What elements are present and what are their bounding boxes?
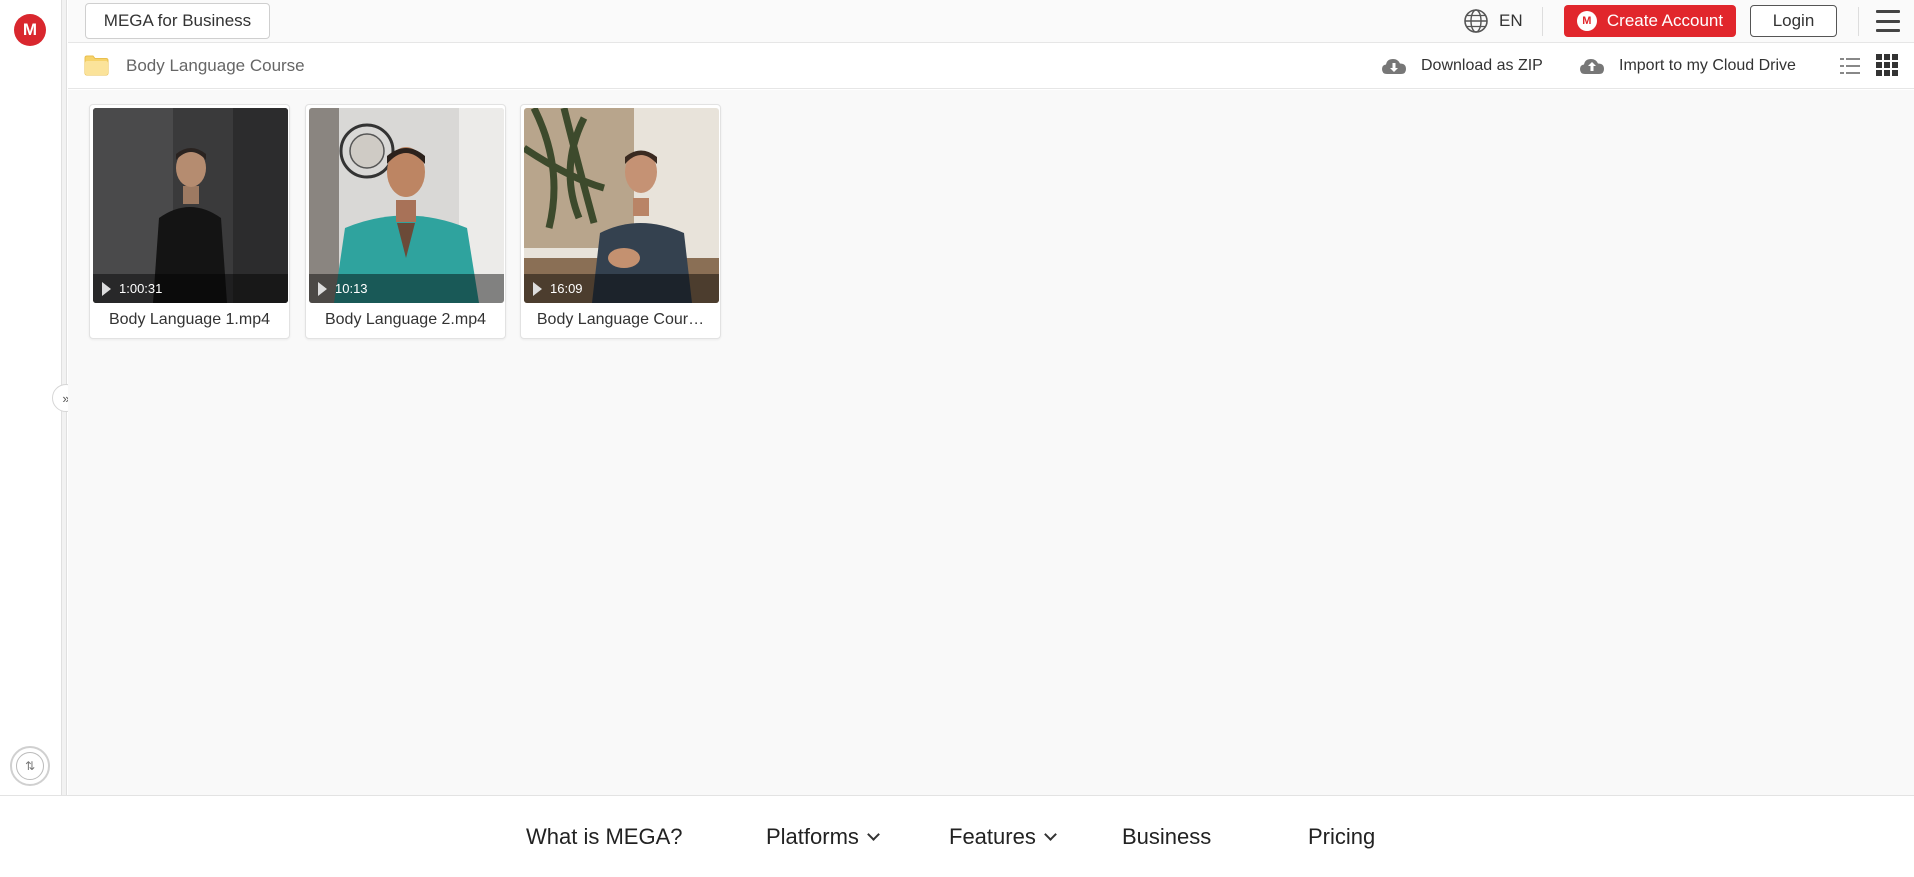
cloud-import-icon	[1580, 59, 1604, 74]
footer-link-platforms[interactable]: Platforms	[766, 824, 880, 850]
download-zip-button[interactable]: Download as ZIP	[1381, 54, 1543, 78]
transfers-icon: ⇅	[16, 752, 44, 780]
play-icon	[318, 281, 327, 296]
file-tile[interactable]: 16:09 Body Language Cour…	[520, 104, 721, 339]
folder-title: Body Language Course	[126, 56, 305, 75]
footer-link-label: Pricing	[1308, 824, 1376, 849]
create-account-label: Create Account	[1606, 11, 1724, 30]
divider	[1542, 7, 1543, 36]
divider	[1858, 7, 1859, 36]
folder-toolbar: Body Language Course Download as ZIP Imp…	[68, 44, 1914, 89]
language-selector[interactable]: EN	[1463, 8, 1523, 34]
file-tile[interactable]: 1:00:31 Body Language 1.mp4	[89, 104, 290, 339]
video-duration-bar: 10:13	[309, 274, 504, 303]
globe-icon	[1464, 9, 1488, 33]
mega-for-business-button[interactable]: MEGA for Business	[85, 3, 270, 39]
footer-link-business[interactable]: Business	[1122, 824, 1211, 850]
chevron-down-icon	[1043, 828, 1057, 841]
mega-logo-icon[interactable]: M	[14, 14, 46, 46]
transfers-button[interactable]: ⇅	[10, 746, 50, 786]
import-cloud-drive-label: Import to my Cloud Drive	[1619, 57, 1796, 74]
hamburger-menu-icon[interactable]	[1876, 10, 1900, 32]
video-duration-bar: 16:09	[524, 274, 719, 303]
list-view-icon[interactable]	[1840, 56, 1860, 76]
file-tile[interactable]: 10:13 Body Language 2.mp4	[305, 104, 506, 339]
grid-view-icon[interactable]	[1876, 54, 1898, 76]
top-bar: MEGA for Business EN M Create Account Lo…	[68, 0, 1914, 43]
video-thumbnail: 16:09	[524, 108, 719, 303]
footer-link-label: What is MEGA?	[526, 824, 683, 849]
file-name: Body Language 2.mp4	[324, 311, 486, 328]
video-thumbnail: 10:13	[309, 108, 504, 303]
footer-link-label: Business	[1122, 824, 1212, 849]
login-button[interactable]: Login	[1750, 5, 1837, 37]
file-grid: 1:00:31 Body Language 1.mp4 10:13 Body L…	[68, 90, 1914, 795]
footer-link-label: Platforms	[766, 824, 859, 849]
file-name: Body Language Cour…	[536, 311, 705, 328]
video-duration: 1:00:31	[119, 281, 163, 296]
video-duration-bar: 1:00:31	[93, 274, 288, 303]
file-name: Body Language 1.mp4	[108, 311, 270, 328]
video-duration: 16:09	[550, 281, 583, 296]
footer-link-pricing[interactable]: Pricing	[1308, 824, 1375, 850]
chevron-down-icon	[867, 828, 880, 841]
footer-link-features[interactable]: Features	[949, 824, 1057, 850]
download-zip-label: Download as ZIP	[1421, 57, 1543, 74]
import-cloud-drive-button[interactable]: Import to my Cloud Drive	[1579, 54, 1796, 78]
footer-link-label: Features	[949, 824, 1036, 849]
language-label: EN	[1499, 11, 1523, 30]
play-icon	[533, 281, 542, 296]
mega-logo-icon: M	[1576, 11, 1597, 31]
play-icon	[102, 281, 111, 296]
cloud-download-icon	[1382, 59, 1406, 74]
video-thumbnail: 1:00:31	[93, 108, 288, 303]
video-duration: 10:13	[335, 281, 368, 296]
footer-link-what-is-mega[interactable]: What is MEGA?	[526, 824, 682, 850]
footer-nav: What is MEGA? Platforms Features Busines…	[0, 795, 1914, 877]
create-account-button[interactable]: M Create Account	[1564, 5, 1736, 37]
folder-icon	[84, 55, 109, 76]
